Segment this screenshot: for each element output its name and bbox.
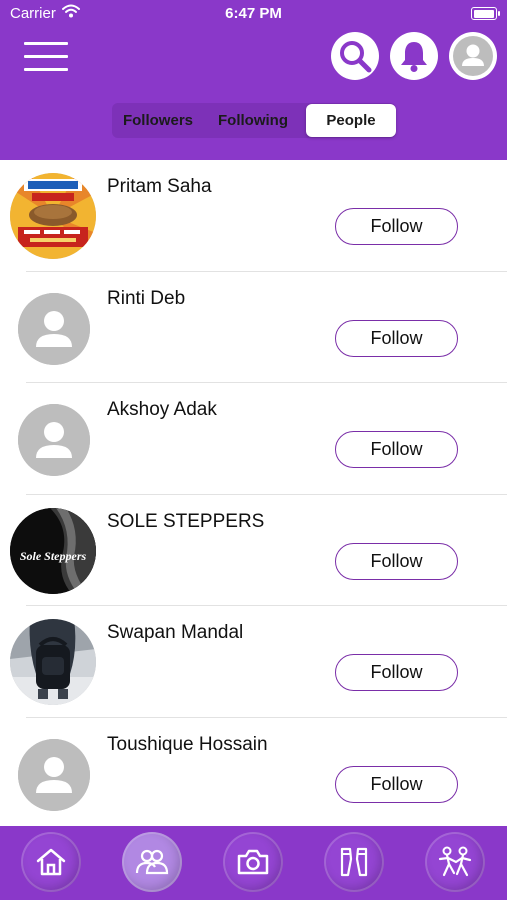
list-item: Sole Steppers SOLE STEPPERS Follow [0, 495, 507, 607]
person-name: SOLE STEPPERS [107, 510, 265, 532]
tab-following[interactable]: Following [208, 103, 298, 138]
person-name: Akshoy Adak [107, 399, 217, 421]
nav-home[interactable] [21, 832, 81, 892]
follow-button[interactable]: Follow [335, 654, 458, 692]
home-icon [36, 848, 66, 876]
follow-button[interactable]: Follow [335, 766, 458, 803]
header: Carrier 6:47 PM Followers Following Peop… [0, 0, 507, 160]
tab-people[interactable]: People [306, 104, 396, 137]
list-item: Akshoy Adak Follow [0, 383, 507, 495]
list-item: Toushique Hossain Follow [0, 718, 507, 826]
list-item: Rinti Deb Follow [0, 272, 507, 384]
grocery-banner-photo[interactable] [10, 173, 96, 259]
outfit-icon [340, 847, 368, 877]
list-item: Swapan Mandal Follow [0, 606, 507, 718]
backpack-photo[interactable] [10, 619, 96, 706]
dance-icon [438, 846, 472, 877]
nav-camera[interactable] [223, 832, 283, 892]
battery-icon [471, 7, 500, 20]
battery-level [473, 9, 494, 18]
person-name: Rinti Deb [107, 287, 186, 309]
nav-dance[interactable] [425, 832, 485, 892]
person-name: Swapan Mandal [107, 622, 244, 644]
sole-steppers-logo[interactable]: Sole Steppers [10, 507, 96, 594]
follow-button[interactable]: Follow [335, 208, 458, 245]
people-list[interactable]: Pritam Saha Follow Rinti Deb Follow Aksh… [0, 160, 507, 826]
bell-icon [401, 42, 427, 72]
status-bar: Carrier 6:47 PM [0, 0, 507, 28]
people-icon [135, 849, 169, 875]
segmented-tabs: Followers Following People [112, 103, 396, 138]
profile-button[interactable] [449, 32, 497, 80]
default-avatar-icon[interactable] [18, 404, 90, 477]
search-icon [340, 41, 372, 73]
user-avatar-icon [453, 36, 493, 76]
person-name: Pritam Saha [107, 176, 212, 197]
hamburger-menu-icon[interactable] [24, 40, 68, 72]
bottom-nav [0, 826, 507, 900]
tab-followers[interactable]: Followers [112, 103, 204, 138]
nav-outfit[interactable] [324, 832, 384, 892]
list-item: Pritam Saha Follow [0, 160, 507, 272]
search-button[interactable] [331, 32, 379, 80]
nav-people[interactable] [122, 832, 182, 892]
default-avatar-icon[interactable] [18, 739, 90, 811]
notifications-button[interactable] [390, 32, 438, 80]
person-name: Toushique Hossain [107, 734, 268, 755]
logo-text: Sole Steppers [20, 549, 87, 563]
status-time: 6:47 PM [225, 5, 282, 22]
default-avatar-icon[interactable] [18, 292, 90, 365]
camera-icon [237, 849, 269, 875]
follow-button[interactable]: Follow [335, 542, 458, 580]
follow-button[interactable]: Follow [335, 319, 458, 357]
follow-button[interactable]: Follow [335, 431, 458, 469]
